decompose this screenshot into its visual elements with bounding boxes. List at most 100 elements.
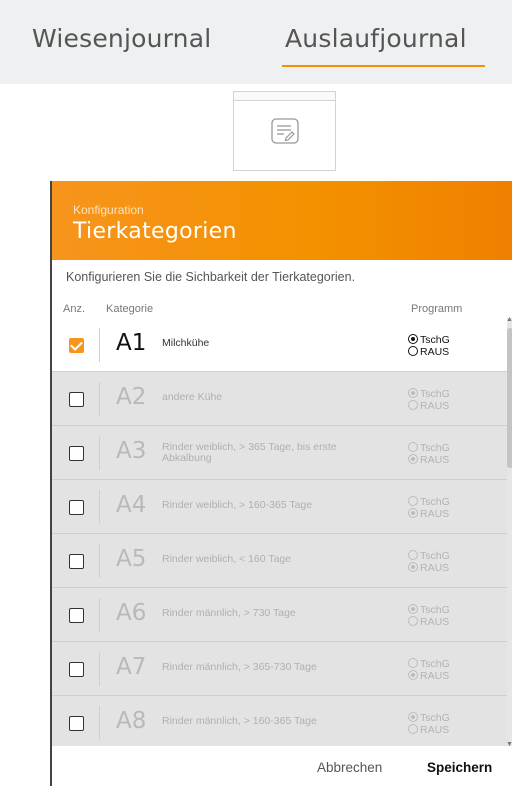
program-radio-group: TschG RAUS bbox=[408, 334, 450, 358]
program-radio-group: TschG RAUS bbox=[408, 712, 450, 736]
program-option-tschg[interactable]: TschG bbox=[408, 334, 450, 346]
program-option-label: TschG bbox=[420, 550, 450, 562]
visibility-checkbox[interactable] bbox=[69, 662, 84, 677]
tab-auslaufjournal[interactable]: Auslaufjournal bbox=[285, 24, 467, 53]
program-option-tschg[interactable]: TschG bbox=[408, 496, 450, 508]
program-radio-group: TschG RAUS bbox=[408, 658, 450, 682]
visibility-checkbox[interactable] bbox=[69, 716, 84, 731]
category-name: Rinder männlich, > 160-365 Tage bbox=[162, 715, 317, 727]
radio-button[interactable] bbox=[408, 388, 418, 398]
column-header-programm: Programm bbox=[411, 303, 463, 315]
program-option-tschg[interactable]: TschG bbox=[408, 712, 450, 724]
program-option-tschg[interactable]: TschG bbox=[408, 550, 450, 562]
program-option-raus[interactable]: RAUS bbox=[408, 400, 450, 412]
edit-note-icon[interactable] bbox=[271, 118, 299, 149]
visibility-checkbox[interactable] bbox=[69, 554, 84, 569]
program-radio-group: TschG RAUS bbox=[408, 496, 450, 520]
program-option-tschg[interactable]: TschG bbox=[408, 658, 450, 670]
category-row: A5 Rinder weiblich, < 160 Tage TschG RAUS bbox=[52, 534, 508, 588]
radio-button[interactable] bbox=[408, 658, 418, 668]
program-option-label: RAUS bbox=[420, 670, 450, 682]
program-option-label: RAUS bbox=[420, 508, 450, 520]
radio-button[interactable] bbox=[408, 670, 418, 680]
save-button[interactable]: Speichern bbox=[427, 760, 492, 775]
category-row: A3 Rinder weiblich, > 365 Tage, bis erste… bbox=[52, 426, 508, 480]
row-divider bbox=[99, 382, 100, 416]
radio-button[interactable] bbox=[408, 724, 418, 734]
scroll-thumb[interactable] bbox=[507, 328, 512, 468]
row-divider bbox=[99, 652, 100, 686]
dialog-footer: Abbrechen Speichern bbox=[52, 746, 512, 786]
tierkategorien-dialog: Konfiguration Tierkategorien Konfigurier… bbox=[50, 181, 512, 786]
category-list: A1 Milchkühe TschG RAUS A2 andere Kühe TschG RA… bbox=[52, 318, 512, 746]
radio-button[interactable] bbox=[408, 508, 418, 518]
row-divider bbox=[99, 328, 100, 362]
program-radio-group: TschG RAUS bbox=[408, 604, 450, 628]
program-option-label: RAUS bbox=[420, 562, 450, 574]
radio-button[interactable] bbox=[408, 442, 418, 452]
category-code: A3 bbox=[116, 438, 147, 464]
column-header-kategorie: Kategorie bbox=[106, 303, 154, 315]
dialog-title: Tierkategorien bbox=[73, 219, 237, 244]
radio-button[interactable] bbox=[408, 334, 418, 344]
radio-button[interactable] bbox=[408, 550, 418, 560]
dialog-header: Konfiguration Tierkategorien bbox=[52, 181, 512, 260]
note-widget[interactable] bbox=[233, 91, 336, 171]
program-option-raus[interactable]: RAUS bbox=[408, 346, 450, 358]
program-option-raus[interactable]: RAUS bbox=[408, 562, 450, 574]
row-divider bbox=[99, 544, 100, 578]
radio-button[interactable] bbox=[408, 712, 418, 722]
program-option-raus[interactable]: RAUS bbox=[408, 724, 450, 736]
program-option-raus[interactable]: RAUS bbox=[408, 508, 450, 520]
visibility-checkbox[interactable] bbox=[69, 608, 84, 623]
visibility-checkbox[interactable] bbox=[69, 500, 84, 515]
radio-button[interactable] bbox=[408, 496, 418, 506]
visibility-checkbox[interactable] bbox=[69, 446, 84, 461]
category-code: A5 bbox=[116, 546, 147, 572]
radio-button[interactable] bbox=[408, 346, 418, 356]
program-option-label: TschG bbox=[420, 658, 450, 670]
program-option-raus[interactable]: RAUS bbox=[408, 454, 450, 466]
program-option-tschg[interactable]: TschG bbox=[408, 604, 450, 616]
row-divider bbox=[99, 706, 100, 740]
note-widget-header bbox=[234, 92, 335, 101]
visibility-checkbox[interactable] bbox=[69, 392, 84, 407]
category-row: A1 Milchkühe TschG RAUS bbox=[52, 318, 508, 372]
category-code: A2 bbox=[116, 384, 147, 410]
cancel-button[interactable]: Abbrechen bbox=[317, 760, 382, 775]
visibility-checkbox[interactable] bbox=[69, 338, 84, 353]
active-tab-indicator bbox=[282, 65, 485, 67]
category-code: A6 bbox=[116, 600, 147, 626]
scroll-up-icon[interactable]: ▲ bbox=[506, 316, 512, 323]
program-option-tschg[interactable]: TschG bbox=[408, 442, 450, 454]
top-tab-bar: Wiesenjournal Auslaufjournal bbox=[0, 0, 512, 84]
radio-button[interactable] bbox=[408, 562, 418, 572]
category-code: A8 bbox=[116, 708, 147, 734]
program-option-label: TschG bbox=[420, 388, 450, 400]
program-option-tschg[interactable]: TschG bbox=[408, 388, 450, 400]
tab-wiesenjournal[interactable]: Wiesenjournal bbox=[32, 24, 211, 53]
category-row: A6 Rinder männlich, > 730 Tage TschG RAUS bbox=[52, 588, 508, 642]
category-row: A8 Rinder männlich, > 160-365 Tage TschG RA… bbox=[52, 696, 508, 746]
radio-button[interactable] bbox=[408, 616, 418, 626]
category-name: andere Kühe bbox=[162, 391, 223, 403]
program-option-label: TschG bbox=[420, 604, 450, 616]
program-option-raus[interactable]: RAUS bbox=[408, 670, 450, 682]
radio-button[interactable] bbox=[408, 400, 418, 410]
program-option-label: RAUS bbox=[420, 346, 450, 358]
program-option-label: RAUS bbox=[420, 724, 450, 736]
program-option-label: RAUS bbox=[420, 400, 450, 412]
category-name: Rinder weiblich, < 160 Tage bbox=[162, 553, 292, 565]
program-radio-group: TschG RAUS bbox=[408, 550, 450, 574]
category-name: Rinder männlich, > 730 Tage bbox=[162, 607, 296, 619]
row-divider bbox=[99, 598, 100, 632]
program-option-label: RAUS bbox=[420, 616, 450, 628]
list-scrollbar[interactable]: ▲ ▼ bbox=[506, 316, 512, 748]
program-option-raus[interactable]: RAUS bbox=[408, 616, 450, 628]
radio-button[interactable] bbox=[408, 454, 418, 464]
dialog-subtitle: Konfiguration bbox=[73, 203, 144, 217]
category-code: A1 bbox=[116, 330, 147, 356]
radio-button[interactable] bbox=[408, 604, 418, 614]
row-divider bbox=[99, 490, 100, 524]
category-row: A2 andere Kühe TschG RAUS bbox=[52, 372, 508, 426]
